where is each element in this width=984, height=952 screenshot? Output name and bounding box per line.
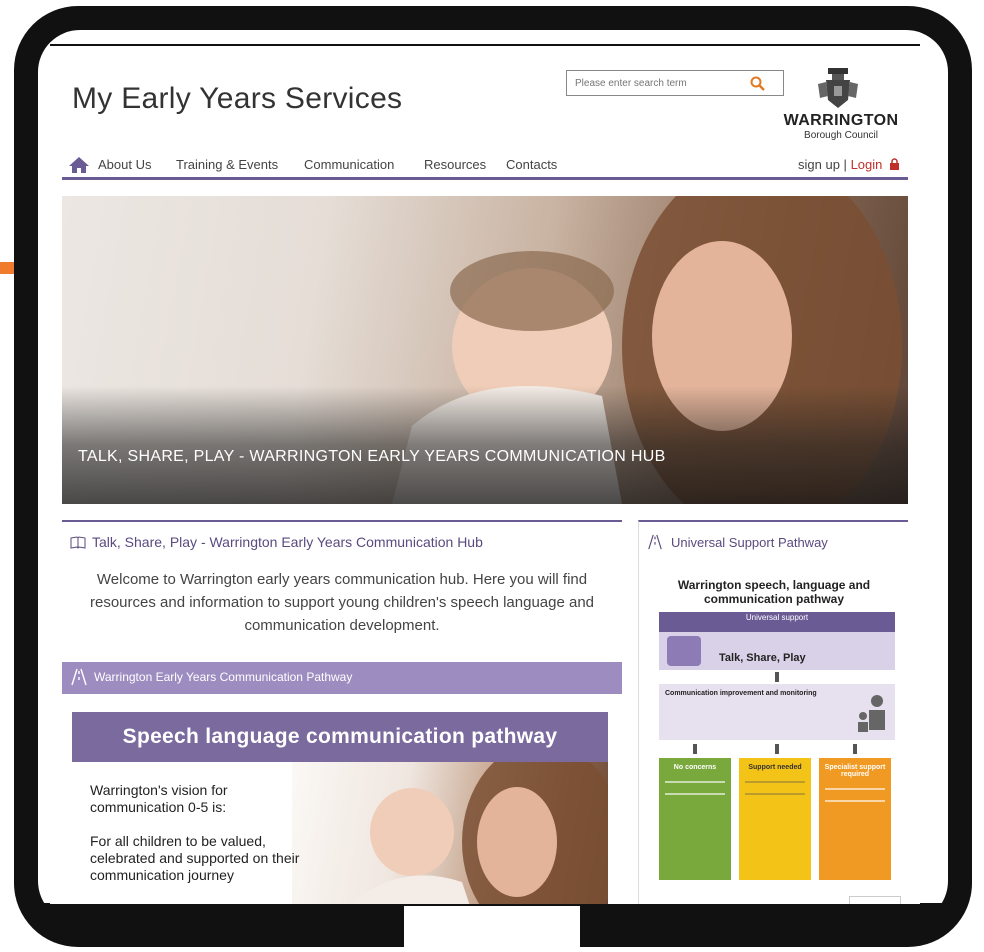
hero-banner[interactable]: TALK, SHARE, PLAY - WARRINGTON EARLY YEA… bbox=[62, 196, 908, 504]
support-needed-column: Support needed bbox=[739, 758, 811, 880]
nav-contacts[interactable]: Contacts bbox=[506, 157, 557, 172]
vision-photo-art bbox=[350, 742, 622, 904]
council-subtitle: Borough Council bbox=[804, 130, 878, 141]
lock-icon[interactable] bbox=[889, 158, 900, 170]
nav-communication[interactable]: Communication bbox=[304, 157, 394, 172]
family-icon bbox=[858, 695, 885, 732]
book-icon bbox=[70, 536, 86, 549]
specialist-support-column: Specialist support required bbox=[819, 758, 891, 880]
site-title[interactable]: My Early Years Services bbox=[72, 82, 402, 116]
monitoring-box: Communication improvement and monitoring bbox=[659, 684, 895, 740]
hero-caption-shade bbox=[62, 386, 908, 504]
pathway-icon bbox=[648, 534, 662, 550]
hub-heading-text: Talk, Share, Play - Warrington Early Yea… bbox=[92, 534, 483, 550]
column-text-line bbox=[745, 781, 805, 783]
home-icon[interactable] bbox=[68, 156, 90, 174]
pathway-section-title: Warrington Early Years Communication Pat… bbox=[94, 670, 353, 684]
arrow-down-icon bbox=[853, 744, 857, 754]
arrow-down-icon bbox=[693, 744, 697, 754]
nav-about-us[interactable]: About Us bbox=[98, 157, 151, 172]
account-links: sign up | Login bbox=[798, 157, 900, 172]
hub-panel: Talk, Share, Play - Warrington Early Yea… bbox=[62, 520, 622, 904]
universal-support-bar: Universal support bbox=[659, 612, 895, 632]
infographic-title: Warrington speech, language and communic… bbox=[677, 578, 871, 606]
vision-goal: For all children to be valued, celebrate… bbox=[90, 833, 300, 883]
hub-panel-heading: Talk, Share, Play - Warrington Early Yea… bbox=[70, 534, 483, 550]
web-page: My Early Years Services WARRINGTON Borou… bbox=[62, 54, 908, 904]
monitoring-title: Communication improvement and monitoring bbox=[665, 690, 817, 697]
no-concerns-title: No concerns bbox=[673, 764, 717, 771]
hero-caption: TALK, SHARE, PLAY - WARRINGTON EARLY YEA… bbox=[78, 448, 666, 465]
speech-bubble-icon bbox=[667, 636, 701, 666]
nav-training-events[interactable]: Training & Events bbox=[176, 157, 278, 172]
council-crest-logo bbox=[818, 68, 858, 108]
arrow-down-icon bbox=[775, 744, 779, 754]
column-text-line bbox=[745, 793, 805, 795]
column-text-line bbox=[825, 788, 885, 790]
no-concerns-column: No concerns bbox=[659, 758, 731, 880]
pathway-section-bar: Warrington Early Years Communication Pat… bbox=[62, 662, 622, 694]
main-nav: About Us Training & Events Communication… bbox=[62, 152, 908, 180]
login-link[interactable]: Login bbox=[851, 157, 883, 172]
universal-support-panel: Universal Support Pathway Warrington spe… bbox=[638, 520, 908, 904]
scroll-to-top-tab[interactable] bbox=[849, 896, 901, 904]
support-needed-title: Support needed bbox=[748, 764, 802, 771]
browser-viewport: My Early Years Services WARRINGTON Borou… bbox=[50, 44, 920, 906]
vision-statement: Warrington's vision for communication 0-… bbox=[90, 782, 310, 884]
vision-intro: Warrington's vision for communication 0-… bbox=[90, 782, 228, 815]
column-text-line bbox=[665, 793, 725, 795]
column-text-line bbox=[825, 800, 885, 802]
talk-share-play-box: Talk, Share, Play bbox=[659, 632, 895, 670]
universal-support-heading: Universal Support Pathway bbox=[647, 534, 828, 550]
talk-share-play-text: Talk, Share, Play bbox=[719, 652, 806, 664]
nav-resources[interactable]: Resources bbox=[424, 157, 486, 172]
search-input[interactable] bbox=[567, 71, 747, 95]
council-name: WARRINGTON bbox=[783, 112, 899, 129]
welcome-text: Welcome to Warrington early years commun… bbox=[89, 571, 595, 634]
search-icon[interactable] bbox=[749, 75, 767, 93]
device-frame-notch bbox=[404, 906, 580, 952]
universal-heading-text: Universal Support Pathway bbox=[671, 535, 828, 550]
arrow-down-icon bbox=[775, 672, 779, 682]
search-box[interactable] bbox=[566, 70, 784, 96]
speech-pathway-banner: Speech language communication pathway bbox=[72, 712, 608, 762]
column-text-line bbox=[665, 781, 725, 783]
pathway-icon bbox=[71, 668, 87, 686]
sign-up-link[interactable]: sign up bbox=[798, 157, 840, 172]
vision-photo bbox=[292, 742, 622, 904]
link-separator: | bbox=[843, 157, 847, 172]
specialist-support-title: Specialist support required bbox=[824, 764, 886, 778]
